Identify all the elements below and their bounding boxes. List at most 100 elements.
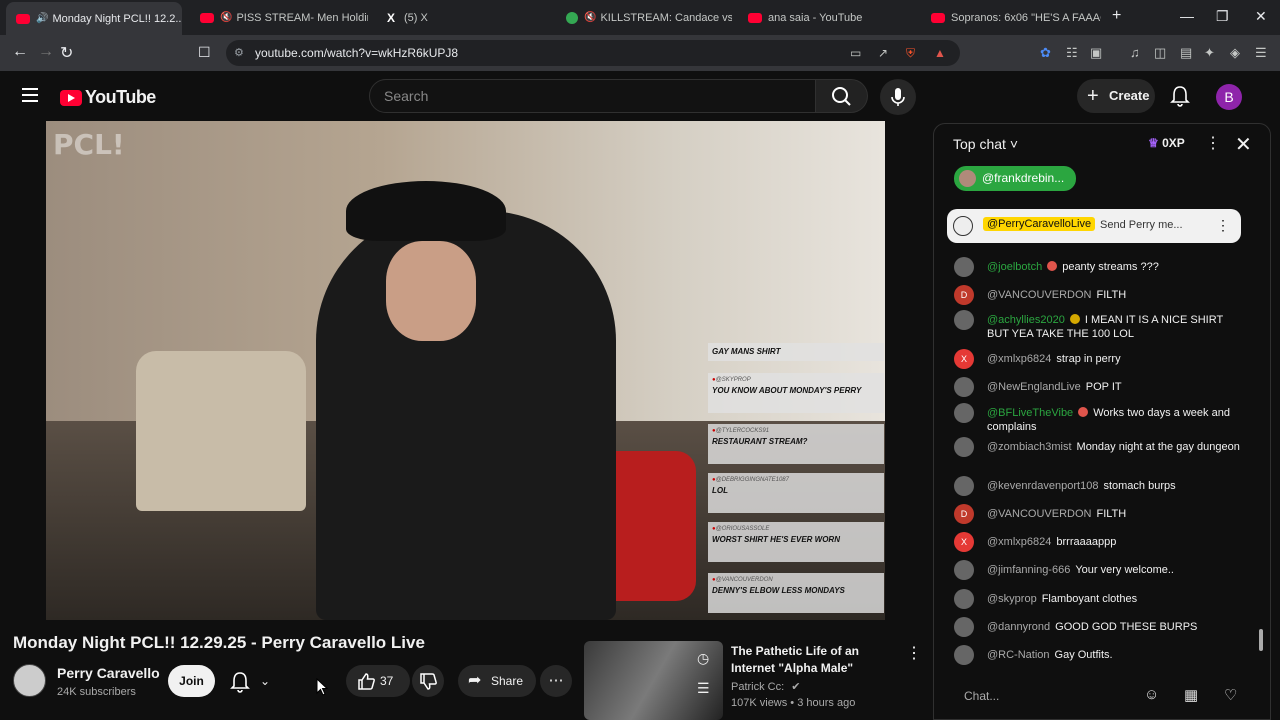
- close-window-icon[interactable]: ✕: [1255, 8, 1267, 25]
- youtube-logo[interactable]: YouTube: [60, 87, 156, 108]
- chat-message[interactable]: @zombiach3mist Monday night at the gay du…: [954, 437, 1244, 457]
- chat-message[interactable]: D @VANCOUVERDON FILTH: [954, 285, 1244, 305]
- reload-icon[interactable]: ↻: [60, 43, 73, 63]
- share-page-icon[interactable]: ↗: [878, 40, 888, 66]
- notifications-bell-icon[interactable]: [1170, 85, 1190, 107]
- channel-avatar[interactable]: [13, 664, 46, 697]
- chat-author[interactable]: @dannyrond: [987, 621, 1050, 633]
- more-vertical-icon[interactable]: ⋮: [906, 643, 922, 663]
- voice-search-button[interactable]: [880, 79, 916, 115]
- top-donor-chip[interactable]: @frankdrebin...: [954, 166, 1077, 191]
- chat-author[interactable]: @joelbotch: [987, 261, 1042, 273]
- new-tab-button[interactable]: +: [1112, 7, 1121, 25]
- chat-mode-selector[interactable]: Top chat ˅: [953, 136, 1018, 152]
- more-vertical-icon[interactable]: ⋮: [1216, 217, 1230, 234]
- screenshot-icon[interactable]: ▣: [1090, 45, 1102, 61]
- more-vertical-icon[interactable]: ⋮: [1205, 133, 1221, 153]
- chat-message[interactable]: @achyllies2020 I MEAN IT IS A NICE SHIRT …: [954, 310, 1244, 341]
- share-button[interactable]: ➦ Share: [458, 665, 536, 697]
- avatar: [954, 310, 974, 330]
- vpn-icon[interactable]: ◈: [1230, 45, 1240, 61]
- chat-message[interactable]: @skyprop Flamboyant clothes: [954, 589, 1244, 609]
- wallet-icon[interactable]: ▤: [1180, 45, 1192, 61]
- more-actions-button[interactable]: ⋯: [540, 665, 572, 697]
- super-chat-icon[interactable]: ▦: [1184, 686, 1198, 704]
- recommended-channel[interactable]: Patrick Cc: ✔: [731, 680, 800, 693]
- sidebar-icon[interactable]: ◫: [1154, 45, 1166, 61]
- music-icon[interactable]: ♫: [1130, 45, 1140, 60]
- like-button[interactable]: 37: [346, 665, 410, 697]
- chat-message[interactable]: @NewEnglandLive POP IT: [954, 377, 1244, 397]
- chat-author[interactable]: @RC-Nation: [987, 649, 1050, 661]
- chat-message[interactable]: @jimfanning-666 Your very welcome..: [954, 560, 1244, 580]
- chat-author[interactable]: @VANCOUVERDON: [987, 508, 1091, 520]
- video-title: Monday Night PCL!! 12.29.25 - Perry Cara…: [13, 633, 425, 652]
- chat-author[interactable]: @skyprop: [987, 593, 1037, 605]
- browser-tab[interactable]: ana saia - YouTube: [738, 4, 914, 31]
- chat-message[interactable]: @RC-Nation Gay Outfits.: [954, 645, 1244, 665]
- browser-tab[interactable]: Sopranos: 6x06 "HE'S A FAAAG": [921, 4, 1101, 31]
- search-input[interactable]: Search: [369, 79, 816, 113]
- channel-name[interactable]: Perry Caravello: [57, 665, 160, 681]
- site-info-icon[interactable]: ⚙: [234, 40, 244, 66]
- chat-message[interactable]: X @xmlxp6824 brrraaaappp: [954, 532, 1244, 552]
- brave-shield-icon[interactable]: ⛨: [906, 40, 915, 66]
- guide-menu-icon[interactable]: [22, 88, 38, 102]
- chat-author[interactable]: @kevenrdavenport108: [987, 480, 1098, 492]
- watch-later-icon[interactable]: ◷: [697, 650, 709, 667]
- back-icon[interactable]: ←: [12, 43, 28, 61]
- dislike-button[interactable]: [412, 665, 444, 697]
- chat-message[interactable]: @kevenrdavenport108 stomach burps: [954, 476, 1244, 496]
- chat-input[interactable]: Chat...: [947, 681, 1135, 711]
- minimize-icon[interactable]: —: [1180, 8, 1194, 24]
- chat-author[interactable]: @jimfanning-666: [987, 564, 1070, 576]
- cast-icon[interactable]: ▭: [850, 40, 861, 66]
- create-button[interactable]: + Create: [1077, 79, 1155, 113]
- chat-message[interactable]: @BFLiveTheVibe Works two days a week and …: [954, 403, 1244, 434]
- chat-author[interactable]: @NewEnglandLive: [987, 381, 1081, 393]
- chat-message[interactable]: D @VANCOUVERDON FILTH: [954, 504, 1244, 524]
- emoji-icon[interactable]: ☺: [1144, 686, 1159, 703]
- xp-badge[interactable]: ♕ 0XP: [1148, 136, 1185, 150]
- chat-author[interactable]: @xmlxp6824: [987, 353, 1051, 365]
- browser-tab[interactable]: X (5) X: [374, 4, 554, 31]
- video-player[interactable]: PCL! GAY MANS SHIRT @SKYPROP YOU KNOW AB…: [46, 121, 885, 620]
- menu-icon[interactable]: ☰: [1255, 45, 1267, 61]
- browser-tab[interactable]: 🔇 KILLSTREAM: Candace vs Al...: [556, 4, 732, 31]
- chat-author[interactable]: @achyllies2020: [987, 314, 1065, 326]
- chat-scrollbar-thumb[interactable]: [1259, 629, 1263, 651]
- chat-author[interactable]: @BFLiveTheVibe: [987, 407, 1073, 419]
- add-to-queue-icon[interactable]: ☰: [697, 680, 710, 697]
- chat-message[interactable]: @dannyrond GOOD GOD THESE BURPS: [954, 617, 1244, 637]
- recommended-thumbnail[interactable]: ◷ ☰: [584, 641, 723, 720]
- account-avatar[interactable]: B: [1216, 84, 1242, 110]
- chat-text: Flamboyant clothes: [1041, 593, 1138, 605]
- chat-scrollbar[interactable]: [1259, 209, 1263, 664]
- forward-icon[interactable]: →: [38, 43, 54, 61]
- url-field[interactable]: ⚙ youtube.com/watch?v=wkHzR6kUPJ8 ▭ ↗ ⛨ …: [226, 40, 960, 66]
- close-icon[interactable]: ✕: [1235, 132, 1252, 157]
- maximize-icon[interactable]: ❐: [1216, 8, 1229, 25]
- puzzle-icon[interactable]: ☷: [1066, 45, 1078, 61]
- leo-icon[interactable]: ✦: [1204, 45, 1215, 61]
- recommended-title[interactable]: The Pathetic Life of an Internet "Alpha …: [731, 643, 906, 677]
- bookmark-icon[interactable]: ☐: [198, 44, 211, 61]
- join-button[interactable]: Join: [168, 665, 215, 697]
- chat-message[interactable]: @joelbotch peanty streams ???: [954, 257, 1244, 277]
- browser-tab[interactable]: 🔊 Monday Night PCL!! 12.2... ✕: [6, 2, 182, 35]
- mouse-cursor-icon: [316, 678, 328, 696]
- extension-icon[interactable]: ✿: [1040, 45, 1051, 61]
- chat-author[interactable]: @zombiach3mist: [987, 441, 1072, 453]
- browser-tab[interactable]: 🔇 PISS STREAM- Men Holding: [190, 4, 368, 31]
- search-button[interactable]: [816, 79, 868, 113]
- subscription-bell-icon[interactable]: [230, 671, 250, 693]
- overlay-user: @ORIOUSASSOLE: [712, 526, 880, 532]
- chat-message[interactable]: X @xmlxp6824 strap in perry: [954, 349, 1244, 369]
- brave-rewards-icon[interactable]: ▲: [934, 40, 946, 66]
- chevron-down-icon[interactable]: ⌄: [260, 674, 270, 688]
- heart-icon[interactable]: ♡: [1224, 686, 1237, 704]
- chat-message-body: @VANCOUVERDON FILTH: [987, 285, 1244, 302]
- pinned-message[interactable]: @PerryCaravelloLive Send Perry me... ⋮: [947, 209, 1241, 243]
- chat-author[interactable]: @xmlxp6824: [987, 536, 1051, 548]
- chat-author[interactable]: @VANCOUVERDON: [987, 289, 1091, 301]
